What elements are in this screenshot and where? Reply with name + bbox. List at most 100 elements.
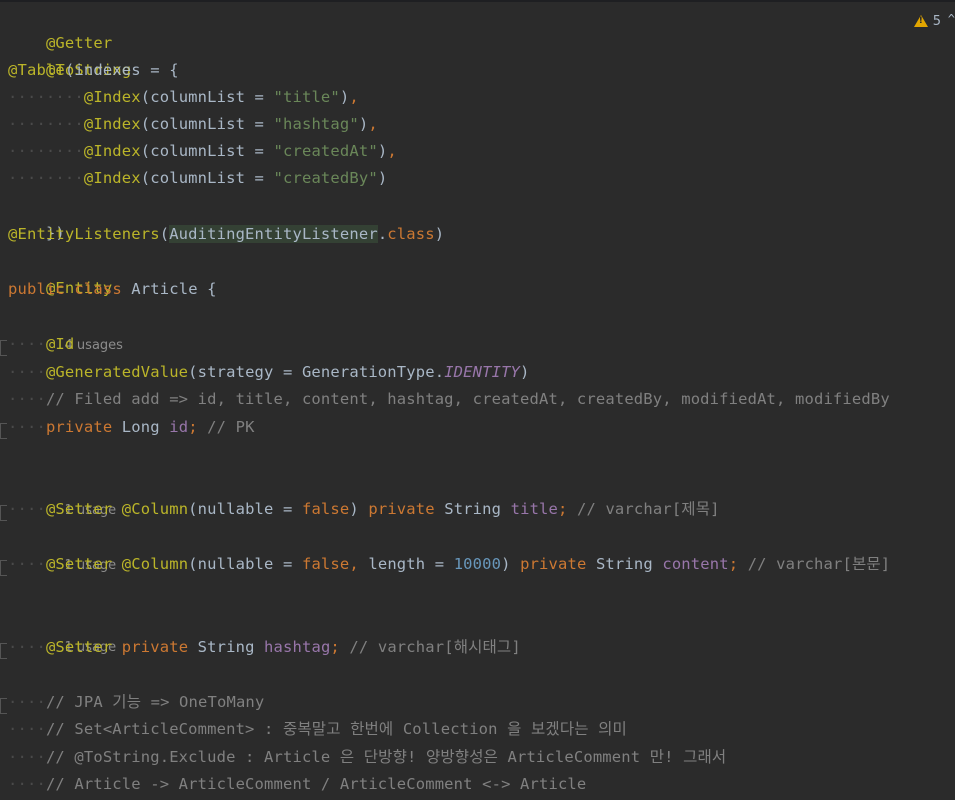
keyword-token: private [45, 418, 113, 436]
code-token: , [387, 142, 397, 160]
code-token: ; [188, 418, 198, 436]
code-token: length = [368, 555, 454, 573]
annotation-token: @Table [8, 61, 65, 79]
annotation-token: @Index [83, 115, 141, 133]
usages-hint[interactable]: 1 usage [48, 525, 117, 573]
annotation-token: @Index [83, 169, 141, 187]
code-token: (columnList = [140, 115, 274, 133]
fold-marker[interactable] [0, 560, 7, 576]
code-token: ) [358, 115, 369, 133]
code-token: ; [558, 500, 568, 518]
code-token: , [368, 115, 378, 133]
code-line: @Table(indexes = { [8, 57, 179, 84]
code-line: }) [8, 193, 65, 242]
code-line: ········@Index(columnList = "hashtag"), [8, 115, 378, 133]
code-token: (columnList = [140, 142, 274, 160]
code-token: ) [501, 555, 511, 573]
annotation-token: @Index [83, 88, 141, 106]
code-line: ····@Setter private String hashtag; // v… [8, 638, 521, 656]
code-line: ····private Long id; // PK [8, 418, 255, 436]
code-line: ····// Filed add => id, title, content, … [8, 390, 890, 408]
code-token: ) [339, 88, 350, 106]
fold-marker[interactable] [0, 423, 7, 439]
code-line: ····// Set<ArticleComment> : 중복말고 한번에 Co… [8, 720, 627, 738]
annotation-token: @Column [121, 555, 189, 573]
annotation-token: @Id [45, 335, 75, 353]
type-token: String [197, 638, 255, 656]
string-token: "hashtag" [273, 115, 359, 133]
field-token: hashtag [264, 638, 331, 656]
code-line: ········@Index(columnList = "title"), [8, 88, 359, 106]
code-token: ; [330, 638, 340, 656]
keyword-token: private [121, 638, 189, 656]
comment-token: // @ToString.Exclude : Article 은 단방향! 양방… [45, 748, 727, 766]
code-line: @ToString [8, 30, 131, 79]
comment-token: // varchar[제목] [577, 500, 720, 518]
code-token: (nullable = [188, 500, 302, 518]
fold-marker[interactable] [0, 340, 7, 356]
usages-hint[interactable]: 1 usage [48, 470, 117, 518]
number-token: 10000 [453, 555, 502, 573]
code-line: ····// @ToString.Exclude : Article 은 단방향… [8, 748, 727, 766]
code-token: ) [434, 225, 445, 243]
comment-token: // Filed add => id, title, content, hash… [45, 390, 890, 408]
keyword-token: public [8, 280, 65, 298]
string-token: "createdAt" [273, 142, 378, 160]
field-token: title [510, 500, 559, 518]
code-token: (strategy = GenerationType. [188, 363, 445, 381]
comment-token: // varchar[본문] [747, 555, 891, 573]
class-reference-token[interactable]: AuditingEntityListener [169, 225, 378, 243]
code-line: ····@Setter @Column(nullable = false) pr… [8, 500, 720, 518]
code-line: ········@Index(columnList = "createdBy") [8, 169, 388, 187]
code-token: ( [159, 225, 170, 243]
annotation-token: @Index [83, 142, 141, 160]
keyword-token: false [301, 555, 350, 573]
fold-marker[interactable] [0, 505, 7, 521]
string-token: "createdBy" [273, 169, 378, 187]
class-name-token: Article { [131, 280, 217, 298]
code-token: ) [349, 500, 359, 518]
usages-hint[interactable]: 1 usage [48, 607, 117, 655]
constant-token: IDENTITY [444, 363, 521, 381]
code-token: ) [377, 142, 388, 160]
field-token: content [662, 555, 729, 573]
comment-token: // Article -> ArticleComment / ArticleCo… [45, 775, 587, 793]
annotation-token: @GeneratedValue [45, 363, 189, 381]
keyword-token: class [387, 225, 435, 243]
comment-token: // Set<ArticleComment> : 중복말고 한번에 Collec… [45, 720, 627, 738]
code-line: public class Article { [8, 276, 217, 303]
code-token: (columnList = [140, 88, 274, 106]
code-editor[interactable]: @Getter @ToString @Table(indexes = { ···… [0, 3, 955, 800]
keyword-token: false [301, 500, 350, 518]
comment-token: // JPA 기능 => OneToMany [45, 693, 265, 711]
code-line: @Entity [8, 248, 112, 297]
code-token: ; [728, 555, 739, 573]
keyword-token: class [74, 280, 122, 298]
usages-hint[interactable]: 4 usages [48, 305, 123, 353]
keyword-token: private [520, 555, 587, 573]
code-token: (columnList = [140, 169, 274, 187]
code-line: ····@GeneratedValue(strategy = Generatio… [8, 363, 530, 381]
code-token: (indexes = { [64, 61, 179, 79]
annotation-token: @EntityListeners [8, 225, 160, 243]
code-token: ) [520, 363, 530, 381]
type-token: Long [121, 418, 160, 436]
code-line: ····// JPA 기능 => OneToMany [8, 693, 265, 711]
annotation-token: @Setter [45, 555, 113, 573]
code-line: ····@Setter @Column(nullable = false, le… [8, 555, 891, 573]
annotation-token: @Setter [45, 638, 113, 656]
type-token: String [444, 500, 502, 518]
code-token: (nullable = [188, 555, 302, 573]
fold-marker[interactable] [0, 698, 7, 714]
annotation-token: @Column [121, 500, 189, 518]
code-token: . [377, 225, 388, 243]
code-token: ) [377, 169, 388, 187]
code-token: , [349, 88, 359, 106]
fold-marker[interactable] [0, 643, 7, 659]
editor-top-border [0, 0, 955, 2]
code-line: ····@Id [8, 335, 75, 353]
type-token: String [595, 555, 653, 573]
code-line: ····// Article -> ArticleComment / Artic… [8, 775, 587, 793]
code-line: @Getter [8, 3, 112, 52]
comment-token: // varchar[해시태그] [349, 638, 521, 656]
